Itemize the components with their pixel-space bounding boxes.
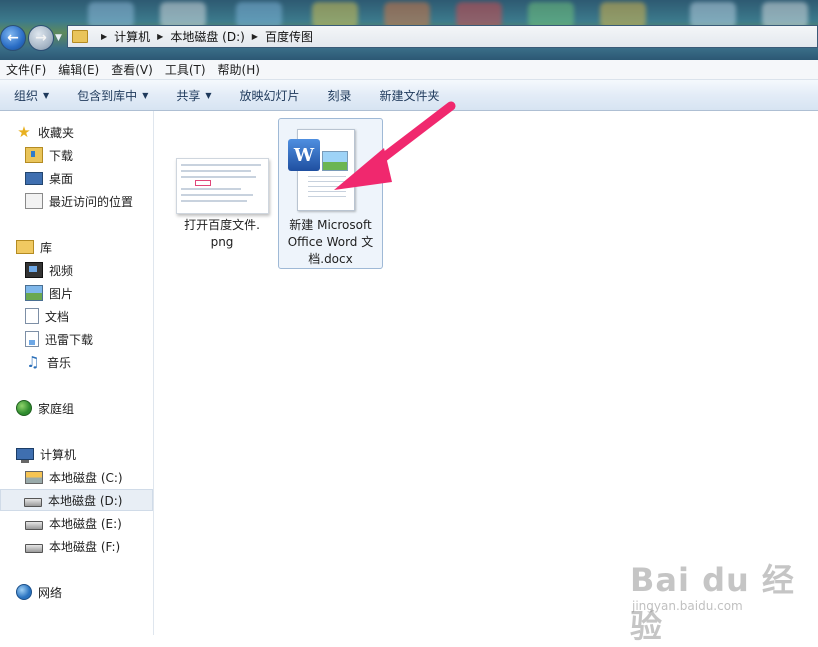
video-library-icon — [25, 262, 43, 278]
thunder-download-icon — [25, 331, 39, 347]
homegroup-icon — [16, 400, 32, 416]
system-drive-icon — [25, 470, 43, 484]
computer-icon — [16, 448, 34, 463]
caret-down-icon: ▼ — [142, 90, 149, 100]
breadcrumb-folder[interactable]: 百度传图 — [265, 28, 313, 45]
menu-edit[interactable]: 编辑(E) — [58, 61, 99, 78]
nav-item-downloads[interactable]: 下载 — [25, 144, 73, 166]
window-titlebar: ← → ▼ ▶ 计算机 ▶ 本地磁盘 (D:) ▶ 百度传图 — [0, 0, 818, 60]
baidu-jingyan-watermark: Bai du 经验 jingyan.baidu.com — [630, 561, 795, 645]
nav-item-drive-c[interactable]: 本地磁盘 (C:) — [25, 466, 123, 488]
chevron-right-icon[interactable]: ▶ — [252, 32, 258, 41]
nav-item-videos[interactable]: 视频 — [25, 259, 73, 281]
file-item-png[interactable]: 打开百度文件. png — [172, 111, 272, 261]
hard-drive-icon — [25, 520, 43, 530]
recent-places-icon — [25, 193, 43, 209]
share-button[interactable]: 共享 ▼ — [162, 87, 225, 104]
chevron-right-icon[interactable]: ▶ — [101, 32, 107, 41]
file-item-docx[interactable]: W 新建 Microsoft Office Word 文 档.docx — [278, 118, 383, 269]
hard-drive-icon — [24, 497, 42, 507]
breadcrumb-drive-d[interactable]: 本地磁盘 (D:) — [170, 28, 244, 45]
command-bar: 组织 ▼ 包含到库中 ▼ 共享 ▼ 放映幻灯片 刻录 新建文件夹 — [0, 80, 818, 111]
nav-item-recent[interactable]: 最近访问的位置 — [25, 190, 133, 212]
picture-library-icon — [25, 285, 43, 301]
nav-item-pictures[interactable]: 图片 — [25, 282, 73, 304]
nav-item-drive-d[interactable]: 本地磁盘 (D:) — [0, 489, 153, 511]
recent-pages-dropdown[interactable]: ▼ — [55, 33, 62, 43]
caret-down-icon: ▼ — [43, 90, 50, 100]
word-document-icon: W — [288, 129, 355, 211]
hard-drive-icon — [25, 543, 43, 553]
folder-icon — [72, 30, 88, 43]
chevron-right-icon[interactable]: ▶ — [157, 32, 163, 41]
desktop-icon — [25, 171, 43, 185]
file-name: 新建 Microsoft Office Word 文 档.docx — [287, 218, 374, 266]
nav-libraries[interactable]: 库 — [16, 236, 52, 258]
menu-tools[interactable]: 工具(T) — [165, 61, 206, 78]
nav-item-thunder-downloads[interactable]: 迅雷下载 — [25, 328, 93, 350]
star-icon: ★ — [17, 123, 31, 141]
nav-network[interactable]: 网络 — [16, 581, 62, 603]
nav-item-documents[interactable]: 文档 — [25, 305, 69, 327]
slideshow-button[interactable]: 放映幻灯片 — [226, 87, 314, 104]
nav-item-drive-e[interactable]: 本地磁盘 (E:) — [25, 512, 122, 534]
music-note-icon: ♫ — [26, 353, 40, 371]
nav-homegroup[interactable]: 家庭组 — [16, 397, 74, 419]
arrow-right-icon: → — [35, 30, 47, 46]
library-icon — [16, 240, 34, 254]
navigation-pane: ★ 收藏夹 下载 桌面 最近访问的位置 库 视频 图片 文档 迅雷下载 ♫ 音乐 家… — [0, 111, 154, 635]
new-folder-button[interactable]: 新建文件夹 — [366, 87, 454, 104]
menu-view[interactable]: 查看(V) — [111, 61, 153, 78]
nav-item-drive-f[interactable]: 本地磁盘 (F:) — [25, 535, 120, 557]
nav-computer[interactable]: 计算机 — [16, 443, 76, 465]
burn-button[interactable]: 刻录 — [314, 87, 366, 104]
organize-button[interactable]: 组织 ▼ — [0, 87, 63, 104]
address-bar[interactable]: ▶ 计算机 ▶ 本地磁盘 (D:) ▶ 百度传图 — [67, 25, 818, 48]
nav-item-music[interactable]: ♫ 音乐 — [25, 351, 71, 373]
back-button[interactable]: ← — [0, 25, 26, 51]
menu-help[interactable]: 帮助(H) — [218, 61, 260, 78]
forward-button[interactable]: → — [28, 25, 54, 51]
downloads-folder-icon — [25, 147, 43, 163]
menu-file[interactable]: 文件(F) — [6, 61, 46, 78]
nav-favorites[interactable]: ★ 收藏夹 — [16, 121, 74, 143]
image-thumbnail — [176, 158, 269, 214]
breadcrumb-computer[interactable]: 计算机 — [114, 28, 150, 45]
nav-item-desktop[interactable]: 桌面 — [25, 167, 73, 189]
document-library-icon — [25, 308, 39, 324]
caret-down-icon: ▼ — [205, 90, 212, 100]
arrow-left-icon: ← — [7, 30, 19, 46]
file-name: 打开百度文件. png — [184, 218, 260, 249]
include-in-library-button[interactable]: 包含到库中 ▼ — [63, 87, 162, 104]
network-icon — [16, 584, 32, 600]
menu-bar: 文件(F) 编辑(E) 查看(V) 工具(T) 帮助(H) — [0, 60, 818, 80]
